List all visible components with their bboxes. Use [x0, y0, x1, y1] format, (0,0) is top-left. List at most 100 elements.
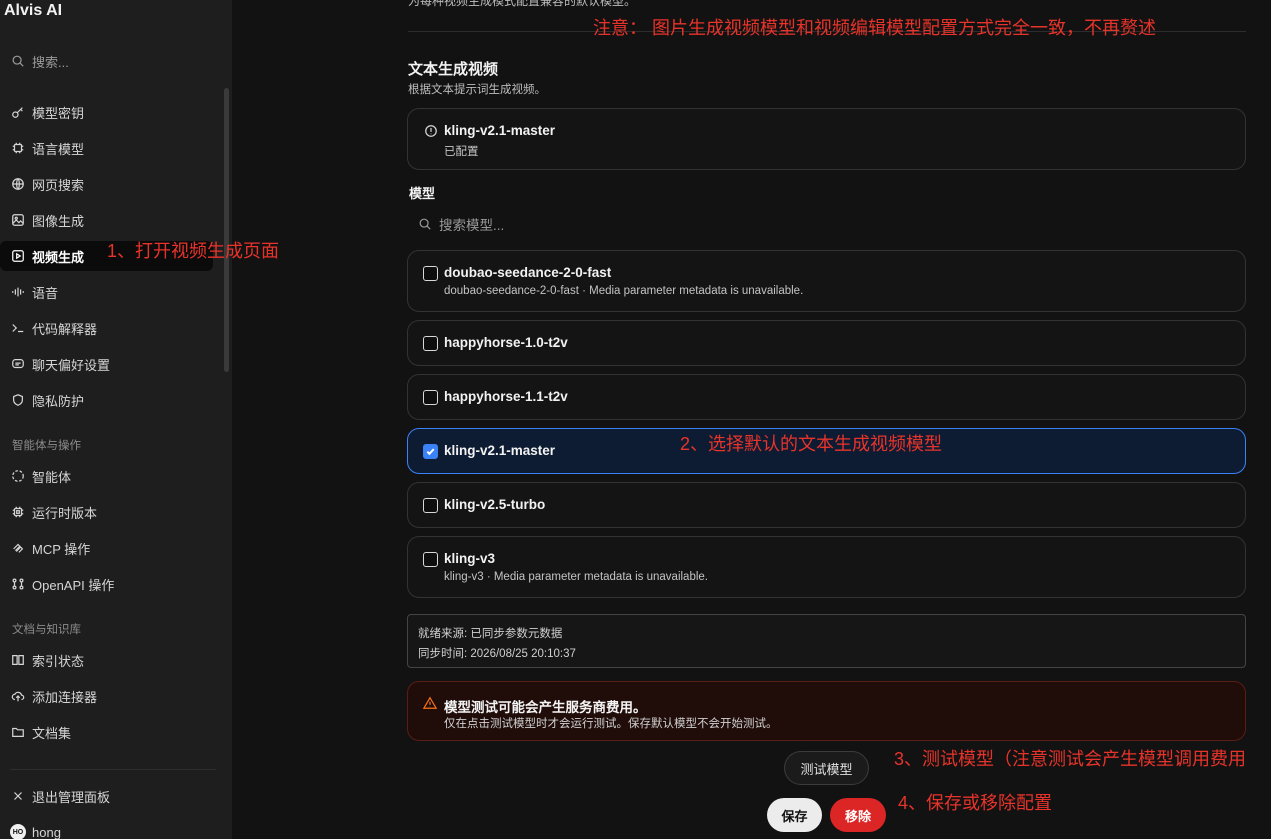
sidebar-item-label: 退出管理面板 — [32, 789, 111, 805]
model-search-input[interactable]: 搜索模型... — [417, 214, 504, 234]
sidebar-scrollbar[interactable] — [224, 88, 229, 372]
configured-model-name: kling-v2.1-master — [444, 123, 556, 138]
model-description: doubao-seedance-2-0-fast · Media paramet… — [444, 285, 804, 297]
sidebar-search-placeholder: 搜索... — [32, 54, 69, 70]
sidebar-item-language-models[interactable]: 语言模型 — [0, 133, 213, 163]
model-name: doubao-seedance-2-0-fast — [444, 265, 612, 280]
search-icon — [417, 216, 433, 232]
sidebar-item-chat-preferences[interactable]: 聊天偏好设置 — [0, 349, 213, 379]
sidebar-item-label: MCP 操作 — [32, 541, 91, 557]
configured-model-card[interactable]: kling-v2.1-master 已配置 — [407, 108, 1246, 170]
model-name: kling-v2.1-master — [444, 443, 556, 458]
model-name: happyhorse-1.0-t2v — [444, 335, 568, 350]
user-menu[interactable]: HO hong — [0, 817, 213, 839]
model-name: kling-v3 — [444, 551, 496, 566]
key-icon — [10, 104, 26, 120]
sidebar-item-label: 语音 — [32, 285, 59, 301]
sidebar-item-label: 智能体 — [32, 469, 72, 485]
sidebar-item-label: 聊天偏好设置 — [32, 357, 111, 373]
sidebar-item-label: 视频生成 — [32, 249, 85, 265]
openapi-icon — [10, 576, 26, 592]
app-title: Alvis AI — [4, 2, 63, 19]
model-option[interactable]: happyhorse-1.0-t2v — [407, 320, 1246, 366]
sidebar-item-label: OpenAPI 操作 — [32, 577, 115, 593]
model-checkbox[interactable] — [423, 498, 438, 513]
model-name: happyhorse-1.1-t2v — [444, 389, 568, 404]
model-option[interactable]: kling-v3 kling-v3 · Media parameter meta… — [407, 536, 1246, 598]
models-label: 模型 — [409, 186, 436, 201]
sidebar-item-mcp[interactable]: MCP 操作 — [0, 533, 213, 563]
agent-icon — [10, 468, 26, 484]
sidebar-item-label: 运行时版本 — [32, 505, 98, 521]
sidebar-item-label: 索引状态 — [32, 653, 85, 669]
waveform-icon — [10, 284, 26, 300]
test-model-button[interactable]: 测试模型 — [784, 751, 869, 785]
sidebar: Alvis AI 搜索... 模型密钥 语言模型 网页搜索 图像生成 视频生成 … — [0, 0, 232, 839]
warning-icon — [422, 695, 438, 711]
sidebar-item-index-status[interactable]: 索引状态 — [0, 645, 213, 675]
image-icon — [10, 212, 26, 228]
model-checkbox[interactable] — [423, 390, 438, 405]
sidebar-item-model-keys[interactable]: 模型密钥 — [0, 97, 213, 127]
model-name: kling-v2.5-turbo — [444, 497, 546, 512]
sidebar-item-openapi[interactable]: OpenAPI 操作 — [0, 569, 213, 599]
section-title: 文本生成视频 — [408, 61, 499, 78]
search-icon — [10, 53, 26, 69]
save-button[interactable]: 保存 — [767, 798, 822, 832]
sidebar-item-add-connector[interactable]: 添加连接器 — [0, 681, 213, 711]
sidebar-item-exit-admin[interactable]: 退出管理面板 — [0, 781, 213, 811]
cloud-upload-icon — [10, 688, 26, 704]
sidebar-item-document-sets[interactable]: 文档集 — [0, 717, 213, 747]
shield-icon — [10, 392, 26, 408]
page-description: 为每种视频生成模式配置兼容的默认模型。 — [408, 0, 637, 8]
chip-icon — [10, 140, 26, 156]
model-checkbox[interactable] — [423, 266, 438, 281]
sidebar-item-web-search[interactable]: 网页搜索 — [0, 169, 213, 199]
sidebar-item-voice[interactable]: 语音 — [0, 277, 213, 307]
sidebar-item-image-generation[interactable]: 图像生成 — [0, 205, 213, 235]
mcp-icon — [10, 540, 26, 556]
model-search-placeholder: 搜索模型... — [439, 218, 505, 233]
chat-icon — [10, 356, 26, 372]
cost-warning: 模型测试可能会产生服务商费用。 仅在点击测试模型时才会运行测试。保存默认模型不会… — [407, 681, 1246, 741]
configured-model-status: 已配置 — [444, 146, 479, 158]
model-checkbox[interactable] — [423, 336, 438, 351]
annotation-step3: 3、测试模型（注意测试会产生模型调用费用 — [894, 749, 1247, 769]
model-checkbox-checked[interactable] — [423, 444, 438, 459]
book-icon — [10, 652, 26, 668]
close-icon — [10, 788, 26, 804]
warning-text: 仅在点击测试模型时才会运行测试。保存默认模型不会开始测试。 — [444, 718, 778, 730]
avatar: HO — [10, 824, 26, 839]
model-option[interactable]: happyhorse-1.1-t2v — [407, 374, 1246, 420]
ready-source: 就绪来源: 已同步参数元数据 — [418, 628, 563, 640]
terminal-icon — [10, 320, 26, 336]
sidebar-item-label: 图像生成 — [32, 213, 85, 229]
sidebar-item-label: 代码解释器 — [32, 321, 98, 337]
sidebar-item-agents[interactable]: 智能体 — [0, 461, 213, 491]
main-content: 为每种视频生成模式配置兼容的默认模型。 文本生成视频 根据文本提示词生成视频。 … — [232, 0, 1271, 839]
sidebar-item-label: 模型密钥 — [32, 105, 85, 121]
model-option[interactable]: kling-v2.5-turbo — [407, 482, 1246, 528]
sidebar-item-label: 语言模型 — [32, 141, 85, 157]
sidebar-item-runtime[interactable]: 运行时版本 — [0, 497, 213, 527]
sidebar-item-privacy[interactable]: 隐私防护 — [0, 385, 213, 415]
annotation-note: 注意： 图片生成视频模型和视频编辑模型配置方式完全一致，不再赘述 — [593, 18, 1156, 38]
sidebar-item-label: 添加连接器 — [32, 689, 98, 705]
remove-button[interactable]: 移除 — [830, 798, 886, 832]
warning-title: 模型测试可能会产生服务商费用。 — [444, 700, 647, 715]
check-icon — [426, 448, 435, 456]
sidebar-divider — [10, 769, 216, 770]
sidebar-search[interactable]: 搜索... — [10, 50, 69, 72]
sync-time: 同步时间: 2026/08/25 20:10:37 — [418, 648, 576, 660]
runtime-icon — [10, 504, 26, 520]
video-icon — [10, 248, 26, 264]
annotation-step4: 4、保存或移除配置 — [898, 793, 1053, 813]
section-subtitle: 根据文本提示词生成视频。 — [408, 84, 546, 96]
globe-icon — [10, 176, 26, 192]
sidebar-item-code-interpreter[interactable]: 代码解释器 — [0, 313, 213, 343]
model-checkbox[interactable] — [423, 552, 438, 567]
folder-icon — [10, 724, 26, 740]
sidebar-section-agents: 智能体与操作 — [12, 440, 81, 452]
model-option[interactable]: doubao-seedance-2-0-fast doubao-seedance… — [407, 250, 1246, 312]
sidebar-item-label: 网页搜索 — [32, 177, 85, 193]
